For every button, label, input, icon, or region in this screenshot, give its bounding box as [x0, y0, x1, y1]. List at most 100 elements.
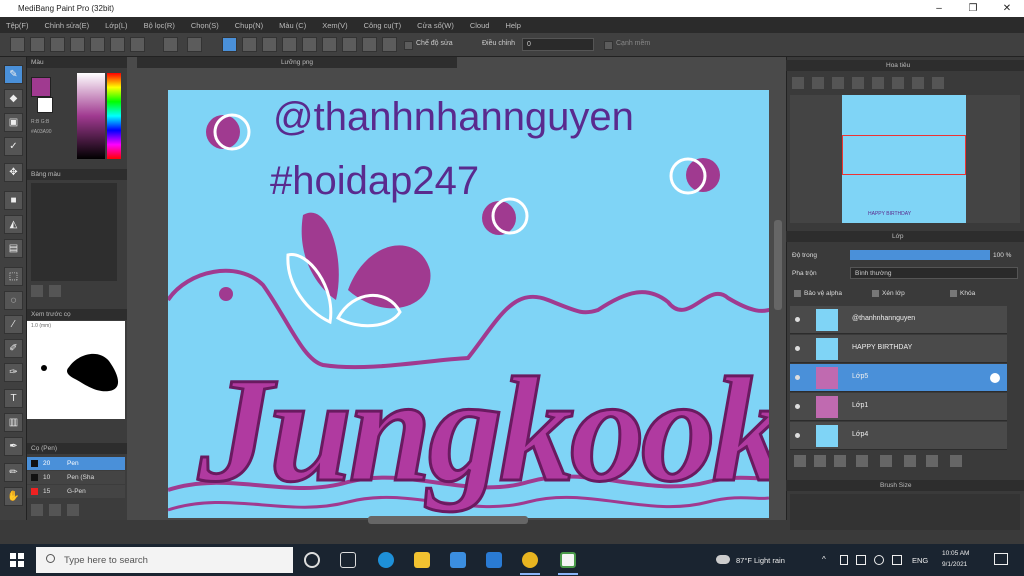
brush-item[interactable]: 10 Pen (Sha [27, 471, 125, 484]
rect-tool-icon[interactable]: ■ [4, 191, 23, 210]
wifi-icon[interactable] [874, 555, 884, 565]
task-view-icon[interactable] [340, 552, 356, 568]
weather-text[interactable]: 87°F Light rain [736, 556, 785, 565]
menu-edit[interactable]: Chỉnh sửa(E) [45, 21, 90, 30]
layer-row[interactable]: Lớp4 [790, 422, 1007, 450]
zoom-out-icon[interactable] [812, 77, 824, 89]
edge-icon[interactable] [378, 552, 394, 568]
menu-window[interactable]: Cửa sổ(W) [417, 21, 454, 30]
visibility-icon[interactable] [795, 375, 800, 380]
layer-settings-icon[interactable] [990, 373, 1000, 383]
stabilizer-checkbox[interactable] [404, 41, 413, 50]
divide-tool-icon[interactable]: ▥ [4, 413, 23, 432]
add-brush-icon[interactable] [31, 504, 43, 516]
clock-time[interactable]: 10:05 AM [942, 550, 969, 557]
chrome-icon[interactable] [522, 552, 538, 568]
clock-date[interactable]: 9/1/2021 [942, 561, 967, 568]
rotate-right-icon[interactable] [892, 77, 904, 89]
vertical-scrollbar[interactable] [774, 220, 782, 310]
horizontal-scrollbar[interactable] [368, 516, 528, 524]
delete-layer-icon[interactable] [950, 455, 962, 467]
merge-layer-icon[interactable] [904, 455, 916, 467]
actual-size-icon[interactable] [852, 77, 864, 89]
redo-icon[interactable] [187, 37, 202, 52]
new-halftone-layer-icon[interactable] [814, 455, 826, 467]
palette-area[interactable] [31, 183, 117, 281]
settings-icon[interactable] [382, 37, 397, 52]
document-tab[interactable]: Lưỡng png [137, 57, 457, 68]
menu-layer[interactable]: Lớp(L) [105, 21, 127, 30]
battery-icon[interactable] [856, 555, 866, 565]
pen-icon[interactable]: ✏ [4, 463, 23, 482]
reset-icon[interactable] [932, 77, 944, 89]
new-layer-icon[interactable] [794, 455, 806, 467]
check-tool-icon[interactable]: ✓ [4, 137, 23, 156]
gradient-tool-icon[interactable]: ▤ [4, 239, 23, 258]
select-pen-icon[interactable]: ✐ [4, 339, 23, 358]
duplicate-layer-icon[interactable] [856, 455, 868, 467]
snap-parallel-icon[interactable] [242, 37, 257, 52]
snap-off-icon[interactable] [222, 37, 237, 52]
menu-view[interactable]: Xem(V) [322, 21, 347, 30]
store-icon[interactable] [450, 552, 466, 568]
snap-curve-icon[interactable] [342, 37, 357, 52]
layer-row[interactable]: @thanhnhannguyen [790, 306, 1007, 334]
page-icon[interactable] [90, 37, 105, 52]
delete-palette-icon[interactable] [49, 285, 61, 297]
mail-icon[interactable] [486, 552, 502, 568]
blend-select[interactable]: Bình thường [850, 267, 1018, 279]
snap-circle-icon[interactable] [322, 37, 337, 52]
visibility-icon[interactable] [795, 404, 800, 409]
select-eraser-icon[interactable]: ✑ [4, 363, 23, 382]
save-icon[interactable] [130, 37, 145, 52]
snap-ring-icon[interactable] [362, 37, 377, 52]
windows-start-icon[interactable] [10, 553, 24, 567]
snap-radial-icon[interactable] [302, 37, 317, 52]
text-tool-icon[interactable]: T [4, 389, 23, 408]
layer-row[interactable]: HAPPY BIRTHDAY [790, 335, 1007, 363]
protect-alpha-checkbox[interactable] [794, 290, 801, 297]
hand-tool-icon[interactable]: ✋ [4, 487, 23, 506]
image-icon[interactable] [70, 37, 85, 52]
menu-color[interactable]: Màu (C) [279, 21, 306, 30]
menu-filter[interactable]: Bộ lọc(R) [144, 21, 175, 30]
antialias-checkbox[interactable] [604, 41, 613, 50]
add-palette-icon[interactable] [31, 285, 43, 297]
brush-tool-icon[interactable]: ✎ [4, 65, 23, 84]
brush-item[interactable]: 20 Pen [27, 457, 125, 470]
clipping-checkbox[interactable] [872, 290, 879, 297]
menu-snap[interactable]: Chụp(N) [235, 21, 263, 30]
layer-row-selected[interactable]: Lớp5 [790, 364, 1007, 392]
foreground-color-swatch[interactable] [31, 77, 51, 97]
maximize-button[interactable]: ❐ [956, 0, 990, 17]
menu-select[interactable]: Chọn(S) [191, 21, 219, 30]
rotate-left-icon[interactable] [872, 77, 884, 89]
new-8bit-layer-icon[interactable] [834, 455, 846, 467]
brush-settings-icon[interactable] [67, 504, 79, 516]
snap-cross-icon[interactable] [262, 37, 277, 52]
layer-down-icon[interactable] [926, 455, 938, 467]
background-color-swatch[interactable] [37, 97, 53, 113]
undo-icon[interactable] [163, 37, 178, 52]
notification-icon[interactable] [994, 553, 1008, 565]
brush-item[interactable]: 15 G-Pen [27, 485, 125, 498]
close-button[interactable]: ✕ [990, 0, 1024, 17]
medibang-icon[interactable] [560, 552, 576, 568]
taskbar-search-box[interactable]: Type here to search [36, 547, 293, 573]
snap-vanish-icon[interactable] [282, 37, 297, 52]
flip-icon[interactable] [912, 77, 924, 89]
home-icon[interactable] [30, 37, 45, 52]
copy-brush-icon[interactable] [49, 504, 61, 516]
tray-chevron-icon[interactable]: ^ [822, 555, 826, 564]
lock-checkbox[interactable] [950, 290, 957, 297]
dot-tool-icon[interactable]: ▣ [4, 113, 23, 132]
visibility-icon[interactable] [795, 433, 800, 438]
hue-slider[interactable] [107, 73, 121, 159]
menu-tools[interactable]: Công cụ(T) [364, 21, 402, 30]
eraser-tool-icon[interactable]: ◆ [4, 89, 23, 108]
zoom-in-icon[interactable] [792, 77, 804, 89]
brush-size-grid[interactable] [790, 494, 1020, 530]
navigator-view[interactable]: HAPPY BIRTHDAY [790, 95, 1020, 223]
lasso-tool-icon[interactable]: ◌ [4, 291, 23, 310]
menu-cloud[interactable]: Cloud [470, 21, 490, 30]
